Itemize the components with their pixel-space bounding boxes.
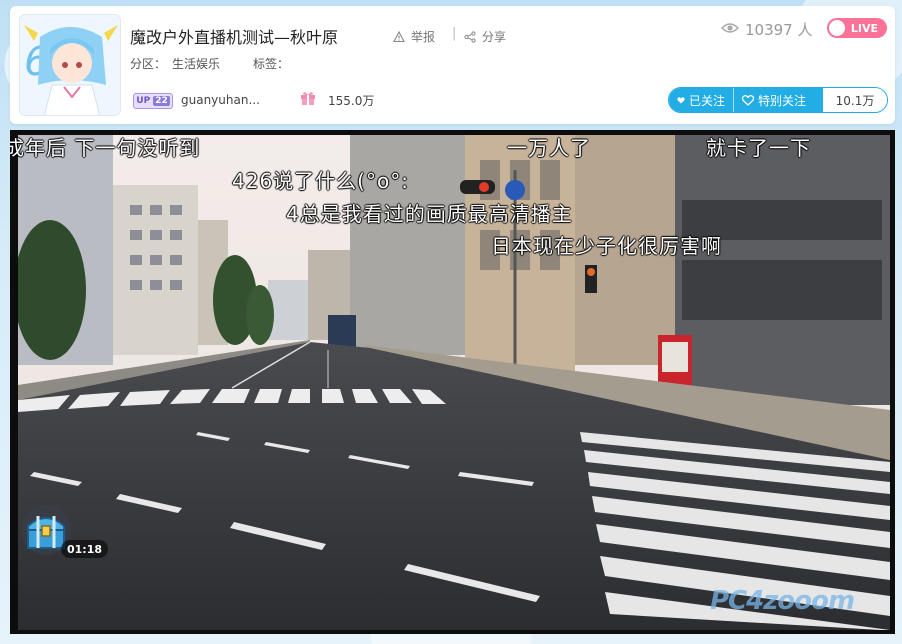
special-follow-button[interactable]: 特别关注 [734, 88, 823, 112]
room-info-card: 6. 魔改户外直播机测试—秋叶原 举报 | 分享 [10, 6, 895, 124]
eye-icon [721, 23, 739, 33]
avatar-illustration: 6. [20, 15, 120, 115]
gift-count: 155.0万 [328, 94, 375, 108]
follow-button-group: 已关注 特别关注 10.1万 [668, 87, 888, 113]
live-label: LIVE [850, 21, 878, 35]
up-level-badge: UP 22 [133, 93, 173, 109]
special-follow-label: 特别关注 [758, 93, 807, 108]
report-button[interactable]: 举报 [393, 28, 435, 45]
danmaku-comment: 一万人了 [507, 136, 591, 160]
viewer-count: 10397 人 [745, 21, 813, 39]
danmaku-comment: 426说了什么(°o°: [232, 169, 409, 193]
danmaku-comment: 成年后 下一句没听到 [10, 136, 201, 160]
chest-countdown-timer: 01:18 [61, 540, 109, 558]
area-link[interactable]: 生活娱乐 [172, 55, 220, 72]
video-watermark: PC4zooom [710, 586, 855, 616]
up-level: 22 [153, 96, 170, 106]
gift-icon [301, 92, 315, 105]
anchor-name-link[interactable]: guanyuhan... [181, 93, 260, 107]
tags-label: 标签： [253, 57, 290, 71]
share-label: 分享 [482, 30, 507, 44]
live-status-badge: LIVE [827, 18, 887, 38]
live-video-player[interactable]: 成年后 下一句没听到 一万人了 就卡了一下 426说了什么(°o°: 4总是我看… [10, 130, 895, 634]
report-label: 举报 [411, 30, 436, 44]
share-button[interactable]: 分享 [464, 28, 506, 45]
room-title: 魔改户外直播机测试—秋叶原 [130, 28, 339, 47]
header-separator: | [452, 26, 457, 41]
heart-icon [677, 96, 685, 103]
danmaku-comment: 就卡了一下 [706, 136, 811, 160]
area-label: 分区： [130, 57, 167, 71]
heart-outline-icon [742, 94, 754, 106]
danmaku-comment: 日本现在少子化很厉害啊 [491, 234, 722, 258]
up-label: UP [136, 96, 151, 106]
warning-icon [393, 30, 405, 42]
follow-button[interactable]: 已关注 [669, 88, 734, 112]
anchor-avatar[interactable]: 6. [19, 14, 121, 116]
danmaku-comment: 4总是我看过的画质最高清播主 [286, 202, 573, 226]
follow-label: 已关注 [688, 93, 725, 108]
fans-count: 10.1万 [823, 88, 887, 112]
share-icon [464, 30, 476, 43]
